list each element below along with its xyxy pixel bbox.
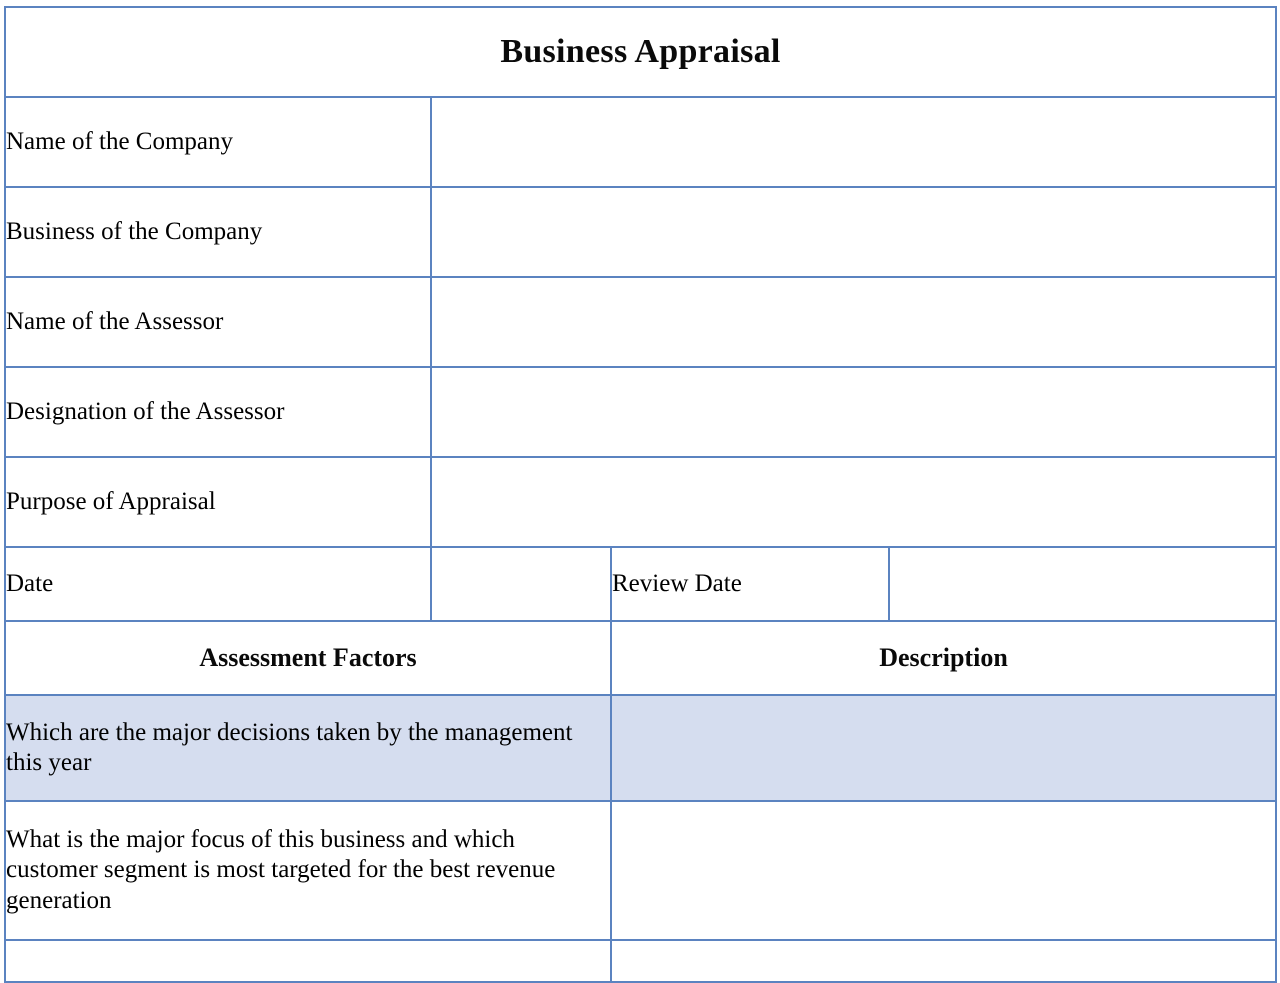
field-row-designation-of-the-assessor: Designation of the Assessor: [4, 366, 1278, 458]
business-appraisal-table: Business Appraisal Name of the Company B…: [3, 6, 1278, 983]
column-header-text: Description: [879, 643, 1008, 672]
field-row-name-of-the-assessor: Name of the Assessor: [4, 276, 1278, 368]
field-input-date[interactable]: [430, 546, 612, 622]
assessment-row-partial: [4, 939, 1278, 983]
assessment-factor-cell-partial: [4, 939, 612, 983]
field-label-date: Date: [4, 546, 432, 622]
field-row-name-of-the-company: Name of the Company: [4, 96, 1278, 188]
field-row-purpose-of-appraisal: Purpose of Appraisal: [4, 456, 1278, 548]
label-text: Business of the Company: [6, 218, 263, 245]
field-input-business-of-the-company[interactable]: [429, 186, 1278, 278]
assessment-factor-cell-1: Which are the major decisions taken by t…: [4, 694, 612, 802]
label-text: Review Date: [612, 570, 742, 597]
assessment-row: What is the major focus of this business…: [4, 800, 1278, 941]
assessment-description-input-partial[interactable]: [609, 939, 1278, 983]
label-text: Name of the Company: [6, 128, 234, 155]
column-header-description: Description: [609, 620, 1278, 696]
title-row: Business Appraisal: [3, 6, 1278, 98]
field-label-name-of-the-company: Name of the Company: [4, 96, 432, 188]
assessment-factor-text: Which are the major decisions taken by t…: [6, 718, 573, 777]
assessment-header-row: Assessment Factors Description: [4, 620, 1278, 696]
column-header-text: Assessment Factors: [199, 643, 417, 672]
assessment-description-input-1[interactable]: [609, 694, 1278, 802]
field-input-designation-of-the-assessor[interactable]: [429, 366, 1278, 458]
field-input-review-date[interactable]: [887, 546, 1278, 622]
label-text: Name of the Assessor: [6, 308, 224, 335]
assessment-description-input-2[interactable]: [609, 800, 1278, 941]
label-text: Designation of the Assessor: [6, 398, 285, 425]
appraisal-form-page: Business Appraisal Name of the Company B…: [0, 0, 1280, 983]
page-title: Business Appraisal: [500, 33, 781, 70]
field-label-review-date: Review Date: [610, 546, 890, 622]
assessment-row: Which are the major decisions taken by t…: [4, 694, 1278, 802]
field-label-business-of-the-company: Business of the Company: [4, 186, 432, 278]
field-input-name-of-the-assessor[interactable]: [429, 276, 1278, 368]
field-input-name-of-the-company[interactable]: [429, 96, 1278, 188]
assessment-factor-text: What is the major focus of this business…: [6, 825, 556, 914]
label-text: Purpose of Appraisal: [6, 488, 216, 515]
date-row: Date Review Date: [4, 546, 1278, 622]
field-label-purpose-of-appraisal: Purpose of Appraisal: [4, 456, 432, 548]
column-header-assessment-factors: Assessment Factors: [4, 620, 612, 696]
field-input-purpose-of-appraisal[interactable]: [429, 456, 1278, 548]
field-row-business-of-the-company: Business of the Company: [4, 186, 1278, 278]
label-text: Date: [6, 570, 54, 597]
field-label-designation-of-the-assessor: Designation of the Assessor: [4, 366, 432, 458]
field-label-name-of-the-assessor: Name of the Assessor: [4, 276, 432, 368]
form-title-cell: Business Appraisal: [3, 6, 1278, 98]
assessment-factor-cell-2: What is the major focus of this business…: [4, 800, 612, 941]
